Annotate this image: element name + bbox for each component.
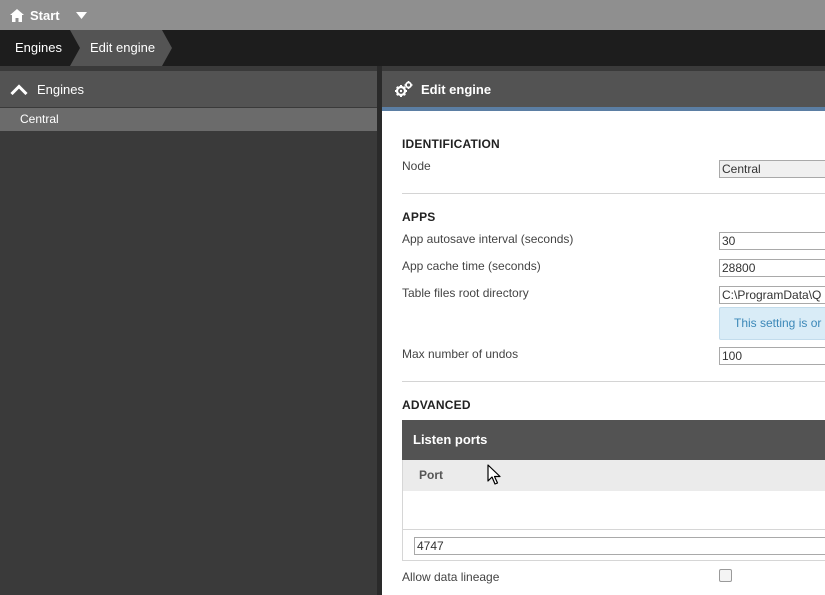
chevron-up-icon bbox=[10, 83, 28, 95]
cache-time-input[interactable]: 28800 bbox=[719, 259, 825, 277]
top-bar: Start bbox=[0, 0, 825, 30]
autosave-input[interactable]: 30 bbox=[719, 232, 825, 250]
panel-header: Edit engine bbox=[382, 71, 825, 111]
table-files-label: Table files root directory bbox=[402, 286, 529, 300]
autosave-label: App autosave interval (seconds) bbox=[402, 232, 574, 246]
advanced-heading: ADVANCED bbox=[402, 398, 471, 412]
mouse-cursor-icon bbox=[487, 464, 501, 485]
max-undos-label: Max number of undos bbox=[402, 347, 519, 361]
node-field[interactable]: Central bbox=[719, 160, 825, 178]
listen-ports-header: Listen ports bbox=[402, 420, 825, 460]
caret-down-icon[interactable] bbox=[75, 11, 87, 19]
panel-title: Edit engine bbox=[421, 81, 492, 97]
start-menu-button[interactable]: Start bbox=[10, 8, 60, 23]
listen-ports-table: 4747 bbox=[402, 491, 825, 561]
gears-icon bbox=[395, 81, 413, 97]
node-label: Node bbox=[402, 159, 431, 173]
sidebar-item-central[interactable]: Central bbox=[0, 108, 377, 131]
identification-heading: IDENTIFICATION bbox=[402, 137, 500, 151]
table-files-input[interactable]: C:\ProgramData\Q bbox=[719, 286, 825, 304]
setting-info-message: This setting is or bbox=[719, 307, 825, 340]
port-column-header[interactable]: Port bbox=[402, 460, 825, 491]
sidebar: Engines Central bbox=[0, 66, 382, 595]
home-icon bbox=[10, 8, 24, 22]
sidebar-header-label: Engines bbox=[37, 81, 84, 97]
breadcrumb-edit-engine[interactable]: Edit engine bbox=[70, 30, 172, 66]
port-input[interactable]: 4747 bbox=[414, 537, 825, 555]
breadcrumb-engines[interactable]: Engines bbox=[0, 30, 72, 66]
cache-time-label: App cache time (seconds) bbox=[402, 259, 541, 273]
sidebar-header-engines[interactable]: Engines bbox=[0, 71, 377, 107]
divider bbox=[402, 381, 825, 382]
table-row bbox=[403, 491, 825, 530]
breadcrumb: Engines Edit engine bbox=[0, 30, 825, 66]
divider bbox=[402, 193, 825, 194]
data-lineage-label: Allow data lineage bbox=[402, 570, 500, 584]
data-lineage-checkbox[interactable] bbox=[719, 569, 732, 582]
max-undos-input[interactable]: 100 bbox=[719, 347, 825, 365]
apps-heading: APPS bbox=[402, 210, 436, 224]
start-label: Start bbox=[30, 7, 60, 23]
edit-engine-panel: Edit engine IDENTIFICATION Node Central … bbox=[382, 71, 825, 595]
